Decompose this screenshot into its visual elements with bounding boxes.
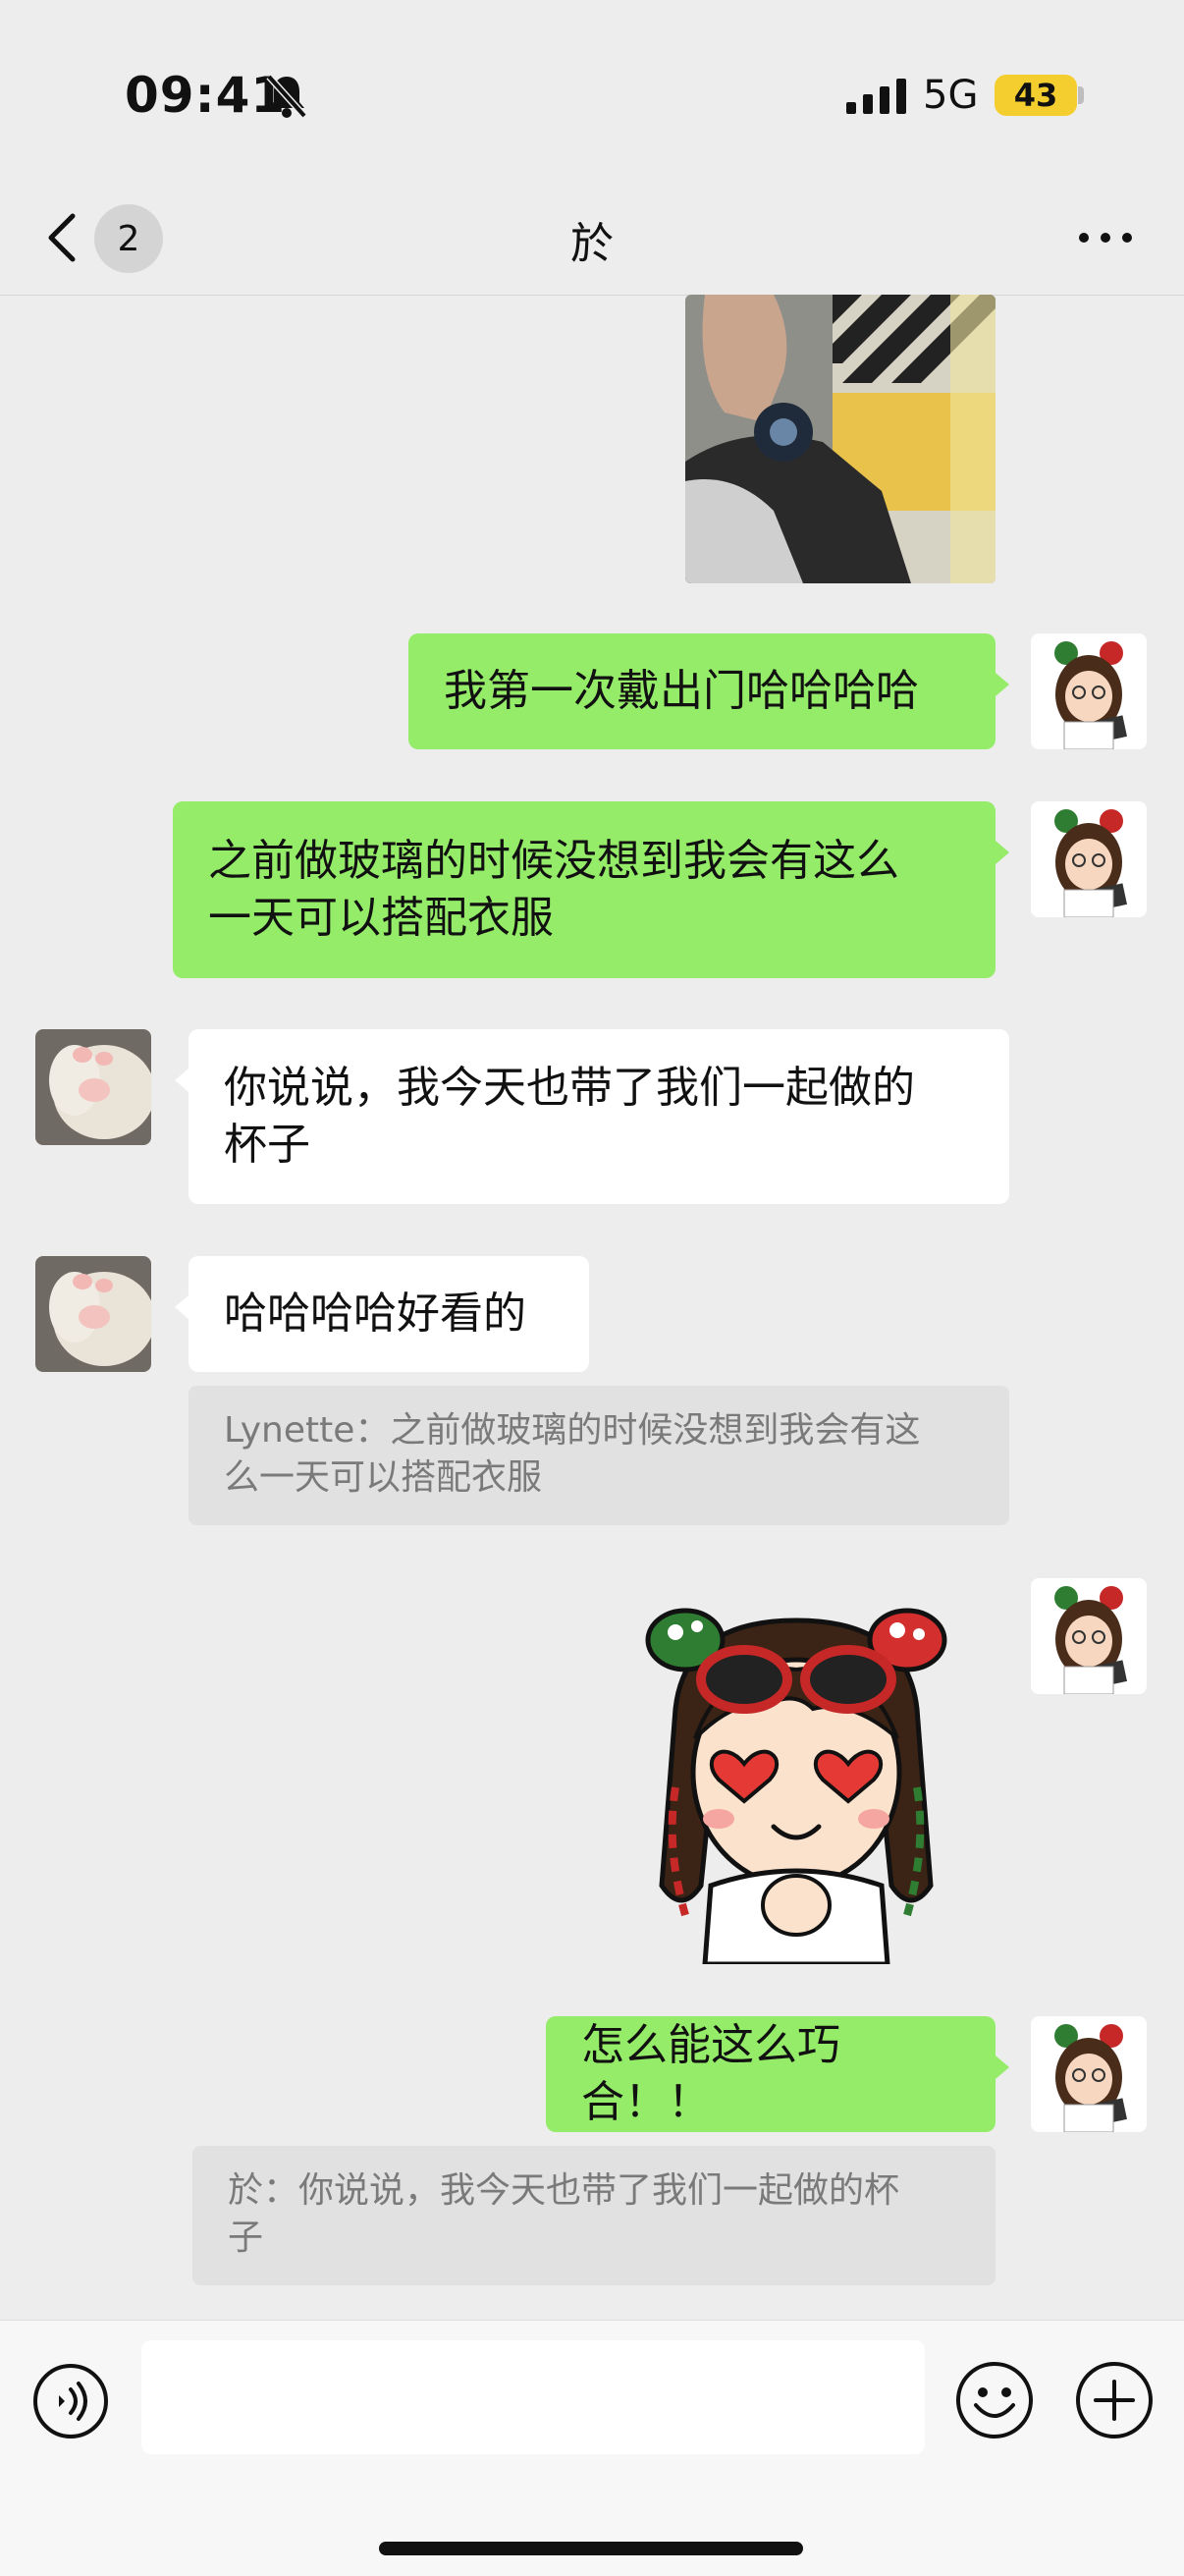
message-text: 怎么能这么巧合！！: [581, 2020, 840, 2127]
chat-header: 2 於: [0, 177, 1184, 296]
status-bar: 09:41 5G 43: [0, 0, 1184, 196]
input-bar: [0, 2320, 1184, 2576]
avatar[interactable]: [1031, 2016, 1147, 2132]
quote-text-line: 於：你说说，我今天也带了我们一起做的杯: [228, 2170, 900, 2211]
chat-title: 於: [570, 219, 614, 269]
message-text-line: 你说说，我今天也带了我们一起做的: [224, 1063, 915, 1113]
message-text-line: 杯子: [224, 1120, 310, 1170]
voice-icon[interactable]: [31, 2362, 110, 2440]
plus-icon[interactable]: [1074, 2360, 1155, 2440]
status-time: 09:41: [125, 67, 287, 124]
quoted-reply[interactable]: 於：你说说，我今天也带了我们一起做的杯 子: [192, 2146, 996, 2285]
avatar[interactable]: [1031, 1578, 1147, 1694]
quote-text-line: 子: [228, 2218, 264, 2258]
message-bubble-received[interactable]: 哈哈哈哈好看的: [175, 1256, 589, 1372]
message-text-line: 一天可以搭配衣服: [208, 893, 554, 943]
battery-tip: [1078, 86, 1084, 104]
photo-thumbnail: [685, 295, 996, 583]
message-bubble-sent[interactable]: 我第一次戴出门哈哈哈哈: [408, 633, 1009, 749]
avatar[interactable]: [1031, 801, 1147, 917]
signal-icon: [846, 79, 906, 114]
image-message[interactable]: [685, 295, 996, 583]
message-input[interactable]: [141, 2340, 925, 2454]
message-bubble-sent[interactable]: 之前做玻璃的时候没想到我会有这么 一天可以搭配衣服: [173, 801, 1009, 978]
more-icon[interactable]: [1074, 228, 1137, 247]
heart-eyes-sticker: [645, 1608, 947, 1967]
quote-text-line: 么一天可以搭配衣服: [224, 1457, 543, 1498]
sticker-message[interactable]: [617, 1591, 976, 1967]
bell-slash-icon: [266, 74, 307, 119]
quote-text-line: Lynette：之前做玻璃的时候没想到我会有这: [224, 1410, 921, 1451]
message-text: 我第一次戴出门哈哈哈哈: [444, 666, 919, 716]
avatar[interactable]: [35, 1256, 151, 1372]
message-text-line: 之前做玻璃的时候没想到我会有这么: [208, 836, 899, 886]
avatar[interactable]: [1031, 633, 1147, 749]
home-indicator[interactable]: [379, 2542, 803, 2555]
message-bubble-sent[interactable]: 怎么能这么巧合！！: [546, 2016, 1009, 2132]
message-text: 哈哈哈哈好看的: [224, 1288, 526, 1339]
network-type: 5G: [923, 73, 979, 118]
avatar[interactable]: [35, 1029, 151, 1145]
battery-level: 43: [995, 75, 1077, 116]
quoted-reply[interactable]: Lynette：之前做玻璃的时候没想到我会有这 么一天可以搭配衣服: [188, 1386, 1009, 1525]
emoji-icon[interactable]: [954, 2360, 1035, 2440]
message-bubble-received[interactable]: 你说说，我今天也带了我们一起做的 杯子: [175, 1029, 1009, 1204]
